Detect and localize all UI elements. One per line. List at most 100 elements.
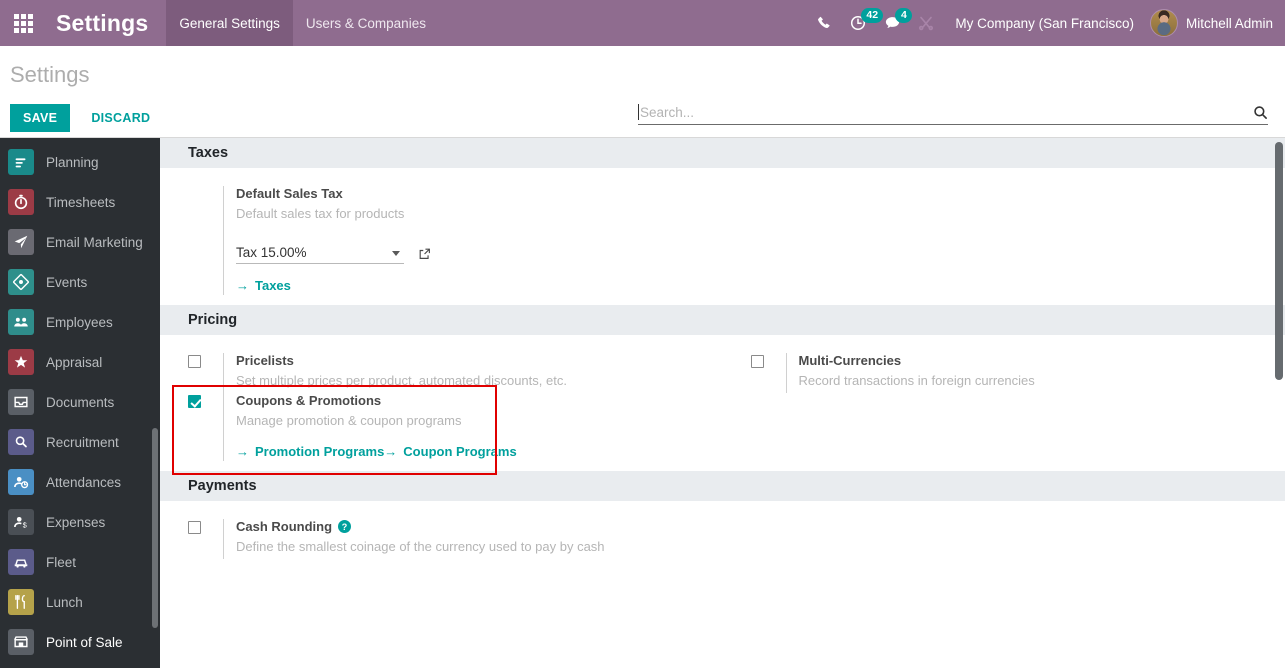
section-body-pricing: Pricelists Set multiple prices per produc…	[160, 335, 1285, 471]
activity-button[interactable]: 42	[841, 0, 884, 46]
timer-icon	[8, 189, 34, 215]
help-question-icon[interactable]: ?	[338, 520, 352, 533]
control-panel: Settings SAVE DISCARD	[0, 46, 1285, 138]
section-header-taxes: Taxes	[160, 138, 1285, 168]
messages-button[interactable]: 4	[875, 0, 913, 46]
setting-control-column	[188, 353, 223, 393]
sidebar-item-label: Planning	[46, 154, 99, 170]
link-coupon-programs[interactable]: → Coupon Programs	[384, 444, 516, 459]
default-sales-tax-select[interactable]: Tax 15.00%	[236, 243, 404, 264]
tools-button[interactable]	[909, 0, 943, 46]
checkbox-pricelists[interactable]	[188, 355, 201, 368]
checkbox-coupons-promotions[interactable]	[188, 395, 201, 408]
app-sidebar: Planning Timesheets Email Marketing Events E…	[0, 138, 160, 668]
setting-title: Default Sales Tax	[236, 186, 713, 201]
sidebar-item-label: Appraisal	[46, 354, 103, 370]
setting-description: Manage promotion & coupon programs	[236, 413, 462, 428]
setting-default-sales-tax: Default Sales Tax Default sales tax for p…	[160, 186, 723, 295]
sidebar-item-recruitment[interactable]: Recruitment	[0, 422, 160, 462]
setting-detail: Coupons & Promotions Manage promotion & c…	[223, 393, 713, 461]
setting-control-column	[188, 519, 223, 559]
menu-general-settings-label: General Settings	[179, 15, 280, 31]
link-promotion-programs[interactable]: → Promotion Programs	[236, 444, 384, 459]
company-selector[interactable]: My Company (San Francisco)	[943, 16, 1146, 31]
section-header-pricing: Pricing	[160, 305, 1285, 335]
link-label: Promotion Programs	[255, 444, 385, 459]
avatar	[1149, 9, 1178, 37]
setting-title-text: Coupons & Promotions	[236, 393, 382, 408]
checkbox-multi-currencies[interactable]	[750, 355, 764, 368]
setting-description: Define the smallest coinage of the curre…	[236, 539, 605, 554]
magnifier-icon	[8, 429, 34, 455]
sidebar-item-label: Employees	[46, 314, 113, 330]
sidebar-item-email-marketing[interactable]: Email Marketing	[0, 222, 160, 262]
sidebar-item-label: Email Marketing	[46, 234, 143, 250]
user-name-label: Mitchell Admin	[1185, 15, 1273, 31]
search-bar[interactable]	[638, 104, 1268, 125]
main-body: Planning Timesheets Email Marketing Events E…	[0, 138, 1285, 668]
setting-title-text: Cash Rounding	[236, 519, 333, 534]
phone-button[interactable]	[807, 0, 841, 46]
content-scrollbar-thumb[interactable]	[1275, 142, 1283, 380]
sidebar-item-events[interactable]: Events	[0, 262, 160, 302]
sidebar-item-appraisal[interactable]: Appraisal	[0, 342, 160, 382]
sidebar-item-label: Lunch	[46, 594, 83, 610]
search-icon[interactable]	[1253, 105, 1268, 120]
sidebar-item-employees[interactable]: Employees	[0, 302, 160, 342]
tools-wrench-icon	[919, 16, 934, 31]
sidebar-item-point-of-sale[interactable]: Point of Sale	[0, 622, 160, 662]
search-caret	[638, 104, 639, 120]
sidebar-item-label: Timesheets	[46, 194, 116, 210]
phone-icon	[817, 16, 830, 28]
planning-icon	[8, 149, 34, 175]
setting-detail: Default Sales Tax Default sales tax for p…	[223, 186, 713, 295]
setting-description: Default sales tax for products	[236, 206, 405, 221]
setting-title-text: Default Sales Tax	[236, 186, 343, 201]
ticket-icon	[8, 269, 34, 295]
arrow-right-icon: →	[236, 278, 249, 293]
sidebar-item-label: Fleet	[46, 554, 77, 570]
open-external-icon[interactable]	[418, 247, 432, 261]
setting-detail: Cash Rounding? Define the smallest coinag…	[223, 519, 713, 559]
sidebar-scrollbar-thumb[interactable]	[152, 428, 158, 628]
arrow-right-icon: →	[236, 444, 249, 459]
section-body-payments: Cash Rounding? Define the smallest coinag…	[160, 501, 1285, 569]
discard-button[interactable]: DISCARD	[78, 104, 163, 132]
setting-coupons-promotions: Coupons & Promotions Manage promotion & c…	[160, 393, 723, 461]
sidebar-item-fleet[interactable]: Fleet	[0, 542, 160, 582]
setting-control-column	[188, 186, 223, 295]
save-button[interactable]: SAVE	[10, 104, 71, 132]
user-menu[interactable]: Mitchell Admin	[1146, 9, 1273, 37]
search-input[interactable]	[640, 104, 1253, 120]
setting-title: Multi-Currencies	[799, 353, 1276, 368]
grid-apps-icon	[13, 13, 33, 33]
sidebar-item-expenses[interactable]: $ Expenses	[0, 502, 160, 542]
setting-title: Cash Rounding?	[236, 519, 713, 534]
record-actions: SAVE DISCARD	[10, 104, 163, 132]
sidebar-item-lunch[interactable]: Lunch	[0, 582, 160, 622]
apps-menu-button[interactable]	[0, 0, 46, 46]
sidebar-item-planning[interactable]: Planning	[0, 142, 160, 182]
sidebar-item-attendances[interactable]: Attendances	[0, 462, 160, 502]
sidebar-item-label: Recruitment	[46, 434, 119, 450]
setting-detail: Multi-Currencies Record transactions in f…	[785, 353, 1276, 393]
shop-icon	[8, 629, 34, 655]
sidebar-item-label: Events	[46, 274, 88, 290]
link-taxes[interactable]: → Taxes	[236, 278, 291, 293]
sidebar-item-label: Point of Sale	[46, 634, 123, 650]
setting-title-text: Pricelists	[236, 353, 294, 368]
sidebar-item-documents[interactable]: Documents	[0, 382, 160, 422]
setting-pricelists: Pricelists Set multiple prices per produc…	[160, 353, 723, 393]
cutlery-icon	[8, 589, 34, 615]
setting-detail: Pricelists Set multiple prices per produc…	[223, 353, 713, 393]
section-header-payments: Payments	[160, 471, 1285, 501]
sidebar-item-label: Expenses	[46, 514, 106, 530]
checkbox-cash-rounding[interactable]	[188, 521, 201, 534]
page-title: Settings	[10, 62, 90, 87]
menu-users-companies[interactable]: Users & Companies	[293, 0, 439, 46]
sidebar-item-label: Attendances	[46, 474, 122, 490]
menu-general-settings[interactable]: General Settings	[166, 0, 293, 46]
sidebar-item-timesheets[interactable]: Timesheets	[0, 182, 160, 222]
car-icon	[8, 549, 34, 575]
link-label: Taxes	[255, 278, 291, 293]
